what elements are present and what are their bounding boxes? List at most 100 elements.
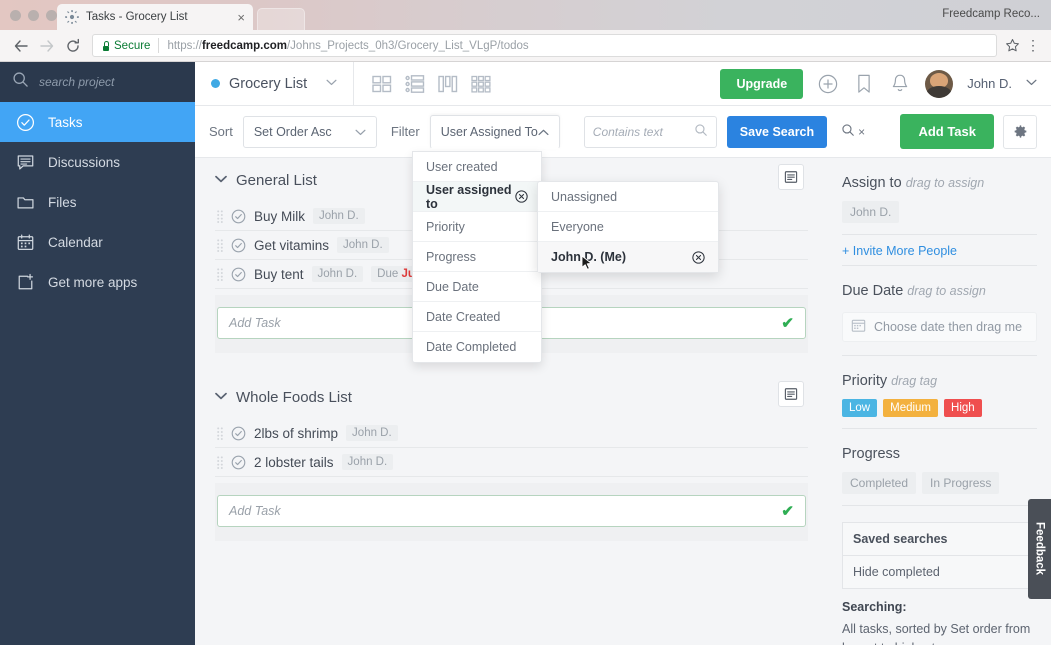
chevron-down-icon[interactable]: [215, 174, 227, 186]
maximize-window-button[interactable]: [46, 10, 57, 21]
drag-handle-icon[interactable]: [217, 427, 223, 440]
filter-option-label: Progress: [426, 250, 476, 264]
address-bar[interactable]: Secure https://freedcamp.com/Johns_Proje…: [92, 34, 997, 57]
invite-more-people-link[interactable]: + Invite More People: [842, 235, 1037, 258]
drag-handle-icon[interactable]: [217, 239, 223, 252]
reload-button[interactable]: [60, 33, 86, 59]
save-search-button[interactable]: Save Search: [727, 116, 827, 148]
text-search-input[interactable]: Contains text: [584, 116, 717, 148]
task-checkbox-icon[interactable]: [231, 238, 246, 253]
sidebar-item-tasks[interactable]: Tasks: [0, 102, 195, 142]
task-checkbox-icon[interactable]: [231, 426, 246, 441]
drag-handle-icon[interactable]: [217, 268, 223, 281]
project-search-placeholder: search project: [39, 75, 114, 89]
favicon-icon: [65, 10, 79, 24]
priority-tag-high[interactable]: High: [944, 399, 982, 417]
grid-view-icon[interactable]: [372, 75, 392, 93]
gear-icon[interactable]: [1003, 115, 1037, 149]
add-task-input[interactable]: Add Task ✔: [217, 495, 806, 527]
filter-option-progress[interactable]: Progress: [413, 242, 541, 272]
user-option-unassigned[interactable]: Unassigned: [538, 182, 718, 212]
remove-filter-icon[interactable]: [515, 190, 528, 203]
board-view-icon[interactable]: [438, 75, 458, 93]
browser-tab-title: Tasks - Grocery List: [86, 11, 230, 23]
assignee-chip[interactable]: John D.: [313, 208, 365, 224]
user-option-john-d-me[interactable]: John D. (Me): [538, 242, 718, 272]
browser-toolbar: Secure https://freedcamp.com/Johns_Proje…: [0, 30, 1051, 62]
add-app-icon: [15, 272, 35, 292]
forward-button[interactable]: [34, 33, 60, 59]
project-selector[interactable]: Grocery List: [195, 62, 354, 106]
feedback-tab[interactable]: Feedback: [1028, 499, 1051, 599]
saved-searches-title: Saved searches: [843, 523, 1036, 556]
drag-handle-icon[interactable]: [217, 210, 223, 223]
search-icon: [694, 123, 708, 140]
filter-option-date-created[interactable]: Date Created: [413, 302, 541, 332]
confirm-check-icon[interactable]: ✔: [781, 502, 794, 520]
filter-option-user-created[interactable]: User created: [413, 152, 541, 182]
clear-search-button[interactable]: ×: [841, 123, 865, 140]
user-chevron-down-icon[interactable]: [1026, 78, 1037, 89]
filter-value: User Assigned To: [441, 125, 538, 139]
list-view-icon[interactable]: [405, 75, 425, 93]
upgrade-button[interactable]: Upgrade: [720, 69, 803, 99]
sidebar-item-discussions[interactable]: Discussions: [0, 142, 195, 182]
table-row[interactable]: 2lbs of shrimp John D.: [215, 419, 808, 448]
task-checkbox-icon[interactable]: [231, 267, 246, 282]
remove-user-filter-icon[interactable]: [692, 251, 705, 264]
group-notes-icon[interactable]: [778, 381, 804, 407]
filter-option-date-completed[interactable]: Date Completed: [413, 332, 541, 362]
compact-view-icon[interactable]: [471, 75, 491, 93]
add-task-button[interactable]: Add Task: [900, 114, 994, 149]
bell-icon[interactable]: [889, 73, 911, 95]
sidebar-item-files[interactable]: Files: [0, 182, 195, 222]
url-scheme: https://: [167, 40, 202, 52]
close-tab-button[interactable]: ×: [237, 11, 245, 24]
filter-option-user-assigned-to[interactable]: User assigned to: [413, 182, 541, 212]
bookmark-icon[interactable]: [853, 73, 875, 95]
browser-menu-button[interactable]: ⋮: [1023, 37, 1043, 54]
task-checkbox-icon[interactable]: [231, 455, 246, 470]
avatar[interactable]: [925, 70, 953, 98]
sidebar-item-calendar[interactable]: Calendar: [0, 222, 195, 262]
assignee-chip[interactable]: John D.: [337, 237, 389, 253]
priority-tag-medium[interactable]: Medium: [883, 399, 938, 417]
browser-titlebar: Tasks - Grocery List × Freedcamp Reco...: [0, 0, 1051, 30]
assignee-chip[interactable]: John D.: [842, 201, 899, 223]
close-window-button[interactable]: [10, 10, 21, 21]
sidebar-item-label: Files: [48, 195, 77, 210]
minimize-window-button[interactable]: [28, 10, 39, 21]
group-notes-icon[interactable]: [778, 164, 804, 190]
assignee-chip[interactable]: John D.: [312, 266, 364, 282]
filter-option-priority[interactable]: Priority: [413, 212, 541, 242]
window-traffic-lights[interactable]: [10, 10, 57, 21]
confirm-check-icon[interactable]: ✔: [781, 314, 794, 332]
saved-search-item[interactable]: Hide completed: [843, 556, 1036, 588]
group-header[interactable]: Whole Foods List: [215, 375, 808, 419]
user-option-everyone[interactable]: Everyone: [538, 212, 718, 242]
plus-circle-icon[interactable]: [817, 73, 839, 95]
assignee-chip[interactable]: John D.: [342, 454, 394, 470]
drag-handle-icon[interactable]: [217, 456, 223, 469]
browser-tab[interactable]: Tasks - Grocery List ×: [57, 4, 253, 30]
filter-select[interactable]: User Assigned To: [430, 115, 560, 149]
progress-tag-in-progress[interactable]: In Progress: [922, 472, 999, 494]
new-tab-placeholder[interactable]: [257, 8, 305, 30]
sort-select[interactable]: Set Order Asc: [243, 116, 377, 148]
date-picker-button[interactable]: Choose date then drag me: [842, 312, 1037, 342]
task-checkbox-icon[interactable]: [231, 209, 246, 224]
table-row[interactable]: 2 lobster tails John D.: [215, 448, 808, 477]
progress-tag-completed[interactable]: Completed: [842, 472, 916, 494]
url-domain: freedcamp.com: [202, 40, 287, 52]
omnibox-divider: [158, 38, 159, 53]
back-button[interactable]: [8, 33, 34, 59]
project-search-input[interactable]: search project: [0, 62, 195, 102]
priority-tag-low[interactable]: Low: [842, 399, 877, 417]
assignee-chip[interactable]: John D.: [346, 425, 398, 441]
bookmark-star-icon[interactable]: [1001, 38, 1023, 53]
chevron-down-icon[interactable]: [215, 391, 227, 403]
sidebar-item-get-more-apps[interactable]: Get more apps: [0, 262, 195, 302]
progress-label: Progress: [842, 446, 900, 462]
filter-option-due-date[interactable]: Due Date: [413, 272, 541, 302]
view-mode-switcher[interactable]: [354, 75, 491, 93]
